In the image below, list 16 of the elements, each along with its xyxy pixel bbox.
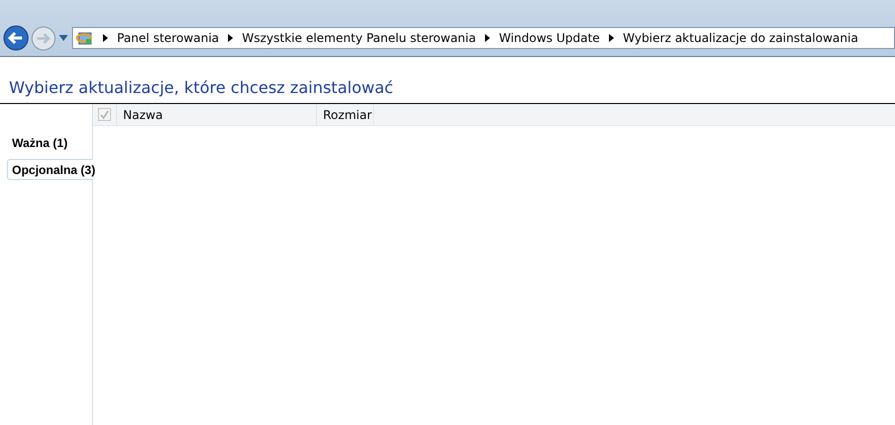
breadcrumb-item[interactable]: Wszystkie elementy Panelu sterowania	[242, 29, 476, 47]
category-tab[interactable]: Opcjonalna (3)	[7, 159, 93, 180]
breadcrumb-separator-icon[interactable]	[228, 34, 233, 42]
breadcrumb-item[interactable]: Wybierz aktualizacje do zainstalowania	[622, 29, 858, 47]
column-header[interactable]: Rozmiar	[317, 104, 374, 125]
breadcrumb-item[interactable]: Panel sterowania	[117, 29, 219, 47]
breadcrumb-separator-icon[interactable]	[484, 34, 490, 42]
address-bar[interactable]: Panel sterowania Wszystkie elementy Panelu sterowania Windows Update Wybierz aktualizacje do zainstalowania	[72, 27, 895, 49]
column-header[interactable]: Nazwa	[117, 104, 317, 125]
breadcrumb-separator-icon[interactable]	[103, 34, 108, 42]
category-tab[interactable]: Ważna (1)	[7, 132, 93, 153]
back-button[interactable]	[3, 25, 29, 51]
page-heading: Wybierz aktualizacje, które chcesz zainstalować	[8, 78, 394, 99]
breadcrumb-separator-icon[interactable]	[608, 34, 614, 42]
dropdown-icon[interactable]	[59, 35, 68, 41]
breadcrumb-item[interactable]: Windows Update	[498, 29, 600, 47]
